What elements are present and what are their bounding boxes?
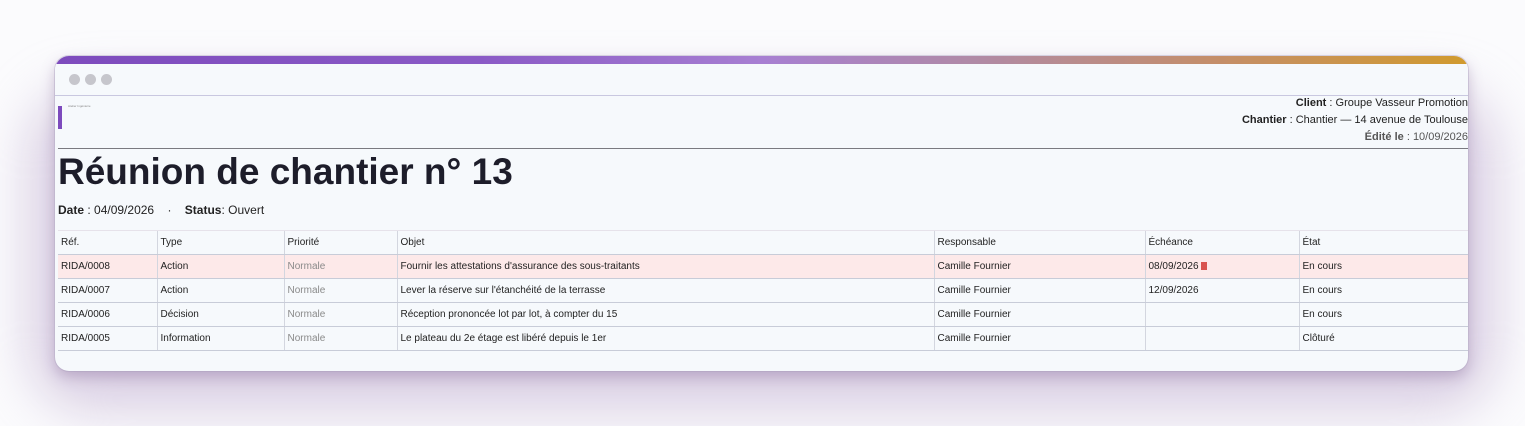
cell-state: En cours — [1298, 254, 1468, 279]
table-header-row: Réf. Type Priorité Objet Responsable Éch… — [58, 230, 1468, 255]
report-document: Atelier Ingénierie Client : Groupe Vasse… — [58, 96, 1468, 371]
cell-ref: RIDA/0006 — [58, 302, 157, 327]
window-dot-minimize[interactable] — [85, 74, 96, 85]
cell-object: Lever la réserve sur l'étanchéité de la … — [396, 278, 934, 303]
column-header[interactable]: État — [1298, 230, 1468, 255]
actions-table: Réf. Type Priorité Objet Responsable Éch… — [58, 230, 1468, 351]
cell-priority: Normale — [283, 254, 397, 279]
window-chrome — [55, 64, 1468, 96]
company-logo — [58, 106, 62, 129]
cell-priority: Normale — [283, 278, 397, 303]
cell-state: En cours — [1298, 278, 1468, 303]
meta-chantier: Chantier : Chantier — 14 avenue de Toulo… — [1241, 114, 1468, 126]
column-header[interactable]: Priorité — [283, 230, 397, 255]
cell-ref: RIDA/0008 — [58, 254, 157, 279]
cell-type: Décision — [156, 302, 284, 327]
cell-ref: RIDA/0007 — [58, 278, 157, 303]
cell-owner: Camille Fournier — [933, 254, 1145, 279]
column-header[interactable]: Réf. — [58, 230, 157, 255]
table-row[interactable]: RIDA/0008 Action Normale Fournir les att… — [58, 254, 1468, 279]
column-header[interactable]: Objet — [396, 230, 934, 255]
cell-owner: Camille Fournier — [933, 326, 1145, 351]
cell-type: Action — [156, 254, 284, 279]
column-header[interactable]: Type — [156, 230, 284, 255]
cell-state: En cours — [1298, 302, 1468, 327]
cell-due: 08/09/2026 — [1144, 254, 1299, 279]
company-logo-text: Atelier Ingénierie — [68, 104, 91, 108]
cell-object: Fournir les attestations d'assurance des… — [396, 254, 934, 279]
header-divider — [58, 148, 1468, 149]
table-row[interactable]: RIDA/0006 Décision Normale Réception pro… — [58, 302, 1468, 327]
cell-object: Réception prononcée lot par lot, à compt… — [396, 302, 934, 327]
meta-client: Client : Groupe Vasseur Promotion — [1295, 97, 1468, 109]
meta-edited: Édité le : 10/09/2026 — [1364, 131, 1468, 143]
meeting-status: Ouvert — [228, 203, 265, 217]
table-row[interactable]: RIDA/0005 Information Normale Le plateau… — [58, 326, 1468, 351]
cell-owner: Camille Fournier — [933, 302, 1145, 327]
document-window: Atelier Ingénierie Client : Groupe Vasse… — [55, 56, 1468, 371]
cell-owner: Camille Fournier — [933, 278, 1145, 303]
table-row[interactable]: RIDA/0007 Action Normale Lever la réserv… — [58, 278, 1468, 303]
column-header[interactable]: Responsable — [933, 230, 1145, 255]
window-dot-maximize[interactable] — [101, 74, 112, 85]
cell-state: Clôturé — [1298, 326, 1468, 351]
meeting-date: 04/09/2026 — [94, 203, 155, 217]
column-header[interactable]: Échéance — [1144, 230, 1299, 255]
meeting-summary: Date : 04/09/2026 · Status: Ouvert — [58, 203, 265, 217]
cell-ref: RIDA/0005 — [58, 326, 157, 351]
cell-due — [1144, 326, 1299, 351]
page-title: Réunion de chantier n° 13 — [58, 151, 513, 192]
cell-type: Information — [156, 326, 284, 351]
cell-priority: Normale — [283, 326, 397, 351]
cell-object: Le plateau du 2e étage est libéré depuis… — [396, 326, 934, 351]
window-dot-close[interactable] — [69, 74, 80, 85]
cell-due: 12/09/2026 — [1144, 278, 1299, 303]
accent-bar — [55, 56, 1468, 64]
cell-due — [1144, 302, 1299, 327]
overdue-flag-icon — [1200, 262, 1207, 271]
report-meta: Client : Groupe Vasseur Promotion Chanti… — [1242, 95, 1468, 146]
cell-priority: Normale — [283, 302, 397, 327]
cell-type: Action — [156, 278, 284, 303]
